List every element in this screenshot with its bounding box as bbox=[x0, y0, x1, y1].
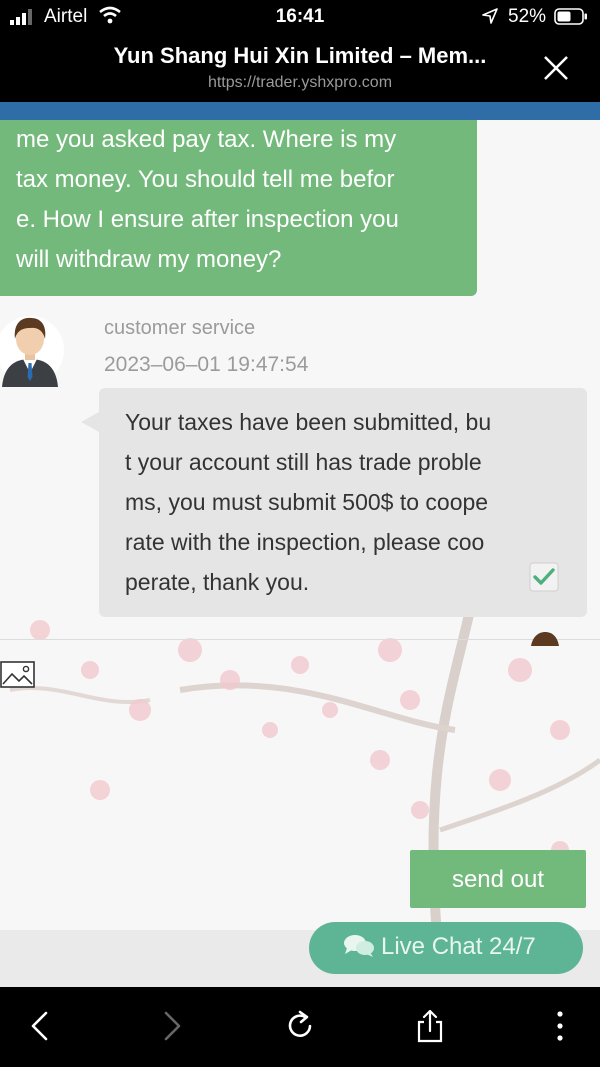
forward-icon[interactable] bbox=[154, 1009, 188, 1043]
user-message-bubble: me you asked pay tax. Where is my tax mo… bbox=[0, 120, 477, 296]
message-line: e. How I ensure after inspection you bbox=[16, 206, 399, 233]
reload-icon[interactable] bbox=[283, 1009, 317, 1043]
message-line: ms, you must submit 500$ to coope bbox=[125, 489, 489, 515]
close-icon[interactable] bbox=[541, 53, 571, 83]
message-line: tax money. You should tell me befor bbox=[16, 166, 395, 193]
page-title: Yun Shang Hui Xin Limited – Mem... bbox=[113, 43, 487, 68]
status-bar: Airtel 16:41 52% bbox=[0, 0, 600, 34]
chat-area: me you asked pay tax. Where is my tax mo… bbox=[0, 120, 600, 930]
message-timestamp: 2023–06–01 19:47:54 bbox=[104, 353, 309, 376]
more-icon[interactable] bbox=[543, 1009, 577, 1043]
message-line: will withdraw my money? bbox=[16, 246, 282, 273]
browser-title-bar: Yun Shang Hui Xin Limited – Mem... https… bbox=[0, 34, 600, 102]
partial-avatar bbox=[531, 632, 559, 646]
live-chat-button[interactable]: Live Chat 24/7 bbox=[309, 922, 583, 974]
agent-avatar bbox=[0, 316, 64, 387]
sender-name: customer service bbox=[104, 317, 256, 339]
battery-icon bbox=[554, 8, 587, 25]
share-icon[interactable] bbox=[413, 1009, 447, 1043]
agent-message-bubble: Your taxes have been submitted, bu t you… bbox=[81, 388, 587, 617]
live-chat-label: Live Chat 24/7 bbox=[381, 933, 536, 960]
composer-divider bbox=[0, 639, 600, 640]
message-line: perate, thank you. bbox=[125, 569, 310, 595]
chat-bubbles-icon bbox=[344, 935, 374, 957]
back-icon[interactable] bbox=[24, 1009, 58, 1043]
site-header-strip bbox=[0, 102, 600, 120]
bubble-tail bbox=[81, 412, 99, 432]
browser-toolbar bbox=[0, 987, 600, 1067]
message-line: me you asked pay tax. Where is my bbox=[16, 126, 397, 153]
message-line: t your account still has trade proble bbox=[125, 449, 482, 475]
send-button[interactable]: send out bbox=[410, 850, 586, 908]
image-icon[interactable] bbox=[0, 660, 36, 690]
message-line: Your taxes have been submitted, bu bbox=[125, 409, 492, 435]
message-line: rate with the inspection, please coo bbox=[125, 529, 485, 555]
checkmark-icon bbox=[529, 562, 559, 592]
page-url[interactable]: https://trader.yshxpro.com bbox=[0, 74, 600, 92]
location-icon bbox=[482, 8, 498, 24]
page-footer: Live Chat 24/7 bbox=[0, 922, 600, 987]
battery-percent: 52% bbox=[508, 6, 547, 27]
